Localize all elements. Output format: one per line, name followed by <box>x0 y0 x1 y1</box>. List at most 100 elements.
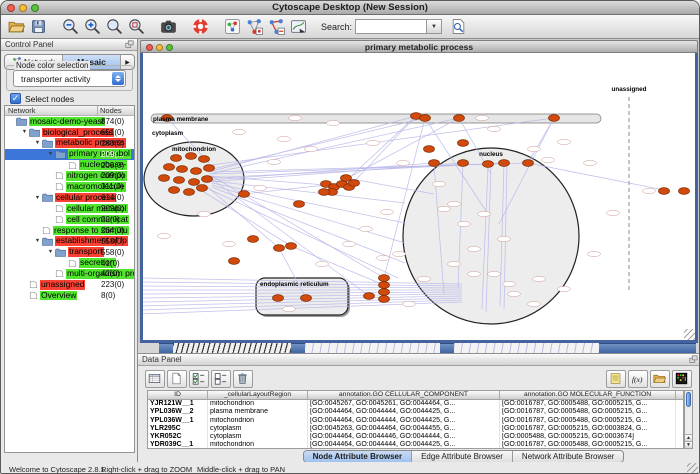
graph-node[interactable] <box>429 160 440 167</box>
graph-node[interactable] <box>458 140 469 147</box>
search-input[interactable] <box>355 19 427 34</box>
expand-arrow-icon[interactable]: ▼ <box>20 129 29 135</box>
graph-node[interactable] <box>184 189 195 196</box>
search-dropdown-button[interactable]: ▼ <box>427 19 442 34</box>
graph-node-label[interactable] <box>488 271 501 276</box>
zoom-fit-button[interactable] <box>105 16 126 37</box>
tree-row-cellular-process[interactable]: ▼cellular process614(0) <box>5 192 134 203</box>
graph-node[interactable] <box>169 187 180 194</box>
network-window-titlebar[interactable]: primary metabolic process <box>140 40 698 53</box>
graph-node[interactable] <box>239 191 250 198</box>
new-attribute-button[interactable] <box>167 370 187 388</box>
graph-node-label[interactable] <box>584 160 597 165</box>
tree-row-multi-organism-pro[interactable]: multi-organism pro42(0) <box>5 268 134 279</box>
vizmapper-button[interactable] <box>289 16 310 37</box>
graph-node[interactable] <box>483 161 494 168</box>
delete-attribute-button[interactable] <box>233 370 253 388</box>
table-cell[interactable]: [GO:0005488, GO:0005215, GO:0003674] <box>500 433 676 441</box>
table-cell[interactable]: YDR039C__1 <box>148 441 208 449</box>
compartment-plasma-membrane[interactable] <box>151 114 601 123</box>
graph-node[interactable] <box>197 185 208 192</box>
graph-node[interactable] <box>379 282 390 289</box>
select-attributes-button[interactable] <box>189 370 209 388</box>
help-button[interactable] <box>191 16 212 37</box>
graph-node[interactable] <box>379 275 390 282</box>
graph-node-label[interactable] <box>343 241 356 246</box>
graph-node-label[interactable] <box>367 140 380 145</box>
network-from-selected-edges-button[interactable] <box>267 16 288 37</box>
attribute-panel-button[interactable] <box>606 370 626 388</box>
table-cell[interactable]: plasma membrane <box>208 408 308 416</box>
tree-row-primary-metabol[interactable]: ▼primary metabol209(... <box>5 149 134 160</box>
graph-node[interactable] <box>248 236 259 243</box>
tree-row-mosaic-demo-yeast[interactable]: mosaic-demo-yeast874(0) <box>5 116 134 127</box>
tree-row-metabolic-process[interactable]: ▼metabolic process280(0) <box>5 138 134 149</box>
zoom-selected-button[interactable] <box>127 16 148 37</box>
graph-node-label[interactable] <box>289 115 302 120</box>
float-panel-icon[interactable] <box>125 40 134 52</box>
tab-edge-attribute-browser[interactable]: Edge Attribute Browser <box>412 451 513 462</box>
table-cell[interactable]: YPL036W__1 <box>148 417 208 425</box>
expand-arrow-icon[interactable]: ▼ <box>46 249 55 255</box>
background-window-content[interactable] <box>305 343 440 353</box>
column-header-id[interactable]: ID <box>148 391 208 399</box>
graph-node-label[interactable] <box>254 185 267 190</box>
graph-node[interactable] <box>164 164 175 171</box>
graph-node-label[interactable] <box>588 251 601 256</box>
table-cell[interactable]: [GO:0016787, GO:0005215, GO:0003824, G..… <box>500 425 676 433</box>
background-window-edge[interactable] <box>599 343 613 353</box>
tree-row-transport[interactable]: ▼transport558(0) <box>5 247 134 258</box>
graph-node-label[interactable] <box>448 261 461 266</box>
graph-node-label[interactable] <box>223 241 236 246</box>
tab-network-attribute-browser[interactable]: Network Attribute Browser <box>513 451 623 462</box>
background-window-content[interactable] <box>454 343 599 353</box>
graph-node[interactable] <box>174 177 185 184</box>
attribute-matrix-button[interactable] <box>672 370 692 388</box>
graph-node[interactable] <box>679 188 690 195</box>
open-session-button[interactable] <box>7 16 28 37</box>
table-scrollbar[interactable]: ▲ ▼ <box>684 390 693 449</box>
graph-node[interactable] <box>549 115 560 122</box>
graph-node[interactable] <box>159 175 170 182</box>
column-header-annotation-go-cellular-component[interactable]: annotation.GO CELLULAR_COMPONENT <box>308 391 500 399</box>
scrollbar-thumb[interactable] <box>686 392 691 407</box>
graph-node-label[interactable] <box>503 281 516 286</box>
graph-node-label[interactable] <box>377 255 390 260</box>
graph-node-label[interactable] <box>533 276 546 281</box>
tree-row-biological-process[interactable]: ▼biological_process651(0) <box>5 127 134 138</box>
graph-node-label[interactable] <box>488 126 501 131</box>
network-from-selected-nodes-button[interactable] <box>245 16 266 37</box>
graph-node[interactable] <box>286 243 297 250</box>
graph-node[interactable] <box>273 295 284 302</box>
select-nodes-checkbox[interactable]: ✓ <box>10 93 21 104</box>
graph-node-label[interactable] <box>278 136 291 141</box>
graph-node-label[interactable] <box>528 301 541 306</box>
graph-node-label[interactable] <box>468 271 481 276</box>
table-row-ypl036w-2[interactable]: YPL036W__2plasma membrane[GO:0044464, GO… <box>148 408 683 416</box>
table-cell[interactable]: [GO:0016787, GO:0005488, GO:0005215, G..… <box>500 400 676 408</box>
tree-row-unassigned[interactable]: unassigned223(0) <box>5 279 134 290</box>
graph-node[interactable] <box>186 153 197 160</box>
graph-node-label[interactable] <box>448 201 461 206</box>
table-cell[interactable]: [GO:0016787, GO:0005488, GO:0005215, G..… <box>500 408 676 416</box>
graph-node-label[interactable] <box>438 206 451 211</box>
graph-node[interactable] <box>199 156 210 163</box>
tree-row-nucleobase[interactable]: nucleobase-209(0) <box>5 160 134 171</box>
table-cell[interactable]: mitochondrion <box>208 441 308 449</box>
table-cell[interactable]: mitochondrion <box>208 400 308 408</box>
graph-node[interactable] <box>177 166 188 173</box>
graph-node-label[interactable] <box>508 291 521 296</box>
table-row-ykr052c[interactable]: YKR052Ccytoplasm[GO:0044464, GO:0044446,… <box>148 433 683 441</box>
snapshot-button[interactable] <box>159 16 180 37</box>
save-session-button[interactable] <box>29 16 50 37</box>
graph-node[interactable] <box>319 189 330 196</box>
graph-node-label[interactable] <box>403 301 416 306</box>
tree-column-network[interactable]: Network <box>5 106 98 115</box>
node-color-select[interactable]: transporter activity <box>13 70 126 87</box>
background-window-edge[interactable] <box>613 343 696 353</box>
graph-node[interactable] <box>274 245 285 252</box>
graph-node-label[interactable] <box>381 209 394 214</box>
table-cell[interactable]: [GO:0016787, GO:0005488, GO:0005215, G..… <box>500 417 676 425</box>
tab-node-attribute-browser[interactable]: Node Attribute Browser <box>304 451 413 462</box>
unselect-attributes-button[interactable] <box>211 370 231 388</box>
